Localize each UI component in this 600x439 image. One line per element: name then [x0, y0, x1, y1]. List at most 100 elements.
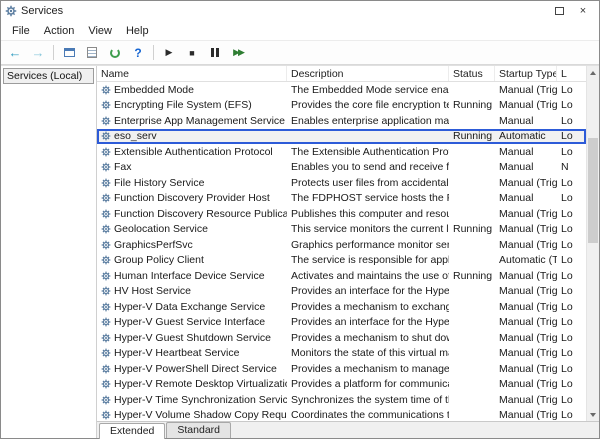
- pause-service-icon[interactable]: [207, 45, 223, 61]
- service-description: Provides the core file encryption techn.…: [287, 98, 449, 114]
- service-name: Hyper-V Time Synchronization Service: [114, 394, 287, 406]
- service-row[interactable]: GraphicsPerfSvc Graphics performance mon…: [97, 237, 586, 253]
- menu-help[interactable]: Help: [119, 23, 156, 39]
- forward-arrow-icon[interactable]: →: [30, 45, 46, 61]
- service-description: The FDPHOST service hosts the Functio...: [287, 191, 449, 207]
- tab-standard[interactable]: Standard: [166, 422, 231, 438]
- service-log-on: Lo: [557, 175, 586, 191]
- service-row[interactable]: Hyper-V Data Exchange Service Provides a…: [97, 299, 586, 315]
- service-name: Human Interface Device Service: [114, 270, 265, 282]
- column-header-status[interactable]: Status: [449, 66, 495, 81]
- service-name: GraphicsPerfSvc: [114, 239, 193, 251]
- close-icon: ×: [580, 5, 586, 17]
- service-gear-icon: [101, 162, 111, 172]
- service-status: Running: [449, 129, 495, 145]
- tree-item-services-local[interactable]: Services (Local): [3, 68, 94, 84]
- service-status: [449, 284, 495, 300]
- service-description: Coordinates the communications that ...: [287, 408, 449, 422]
- service-startup-type: Manual: [495, 160, 557, 176]
- column-header-row: Name Description Status Startup Type L: [97, 66, 599, 82]
- export-list-icon[interactable]: [84, 45, 100, 61]
- service-log-on: Lo: [557, 129, 586, 145]
- scrollbar-thumb[interactable]: [588, 138, 598, 243]
- service-row[interactable]: Function Discovery Resource Publication …: [97, 206, 586, 222]
- service-name: Embedded Mode: [114, 84, 194, 96]
- service-row[interactable]: Hyper-V Guest Service Interface Provides…: [97, 315, 586, 331]
- service-row[interactable]: Hyper-V PowerShell Direct Service Provid…: [97, 361, 586, 377]
- service-row[interactable]: Hyper-V Heartbeat Service Monitors the s…: [97, 346, 586, 362]
- service-row[interactable]: Human Interface Device Service Activates…: [97, 268, 586, 284]
- menu-file[interactable]: File: [5, 23, 37, 39]
- service-status: [449, 377, 495, 393]
- service-row[interactable]: Hyper-V Guest Shutdown Service Provides …: [97, 330, 586, 346]
- service-startup-type: Manual: [495, 113, 557, 129]
- column-header-name[interactable]: Name: [97, 66, 287, 81]
- service-row[interactable]: File History Service Protects user files…: [97, 175, 586, 191]
- service-log-on: Lo: [557, 377, 586, 393]
- service-description: The service is responsible for applying …: [287, 253, 449, 269]
- service-row[interactable]: Fax Enables you to send and receive faxe…: [97, 160, 586, 176]
- service-name: Hyper-V Heartbeat Service: [114, 347, 239, 359]
- service-startup-type: Manual: [495, 144, 557, 160]
- service-row[interactable]: Group Policy Client The service is respo…: [97, 253, 586, 269]
- menu-view[interactable]: View: [81, 23, 119, 39]
- help-icon[interactable]: ?: [130, 45, 146, 61]
- service-name: Group Policy Client: [114, 254, 204, 266]
- service-name: File History Service: [114, 177, 204, 189]
- service-log-on: Lo: [557, 284, 586, 300]
- service-row[interactable]: Embedded Mode The Embedded Mode service …: [97, 82, 586, 98]
- service-row[interactable]: Enterprise App Management Service Enable…: [97, 113, 586, 129]
- service-row[interactable]: Function Discovery Provider Host The FDP…: [97, 191, 586, 207]
- stop-service-icon[interactable]: ■: [184, 45, 200, 61]
- menu-action[interactable]: Action: [37, 23, 82, 39]
- tab-extended[interactable]: Extended: [99, 423, 165, 439]
- service-startup-type: Manual (Trig...: [495, 408, 557, 422]
- refresh-icon[interactable]: [107, 45, 123, 61]
- service-gear-icon: [101, 131, 111, 141]
- scrollbar-up-arrow[interactable]: [587, 66, 599, 79]
- service-description: Provides a platform for communication...: [287, 377, 449, 393]
- service-row[interactable]: Encrypting File System (EFS) Provides th…: [97, 98, 586, 114]
- restart-service-icon[interactable]: ▶▶: [230, 45, 246, 61]
- service-description: Graphics performance monitor service: [287, 237, 449, 253]
- service-log-on: Lo: [557, 98, 586, 114]
- start-service-icon[interactable]: ▶: [161, 45, 177, 61]
- service-description: Protects user files from accidental loss…: [287, 175, 449, 191]
- back-arrow-icon[interactable]: ←: [7, 45, 23, 61]
- service-status: Running: [449, 268, 495, 284]
- service-row[interactable]: Hyper-V Volume Shadow Copy Requestor Coo…: [97, 408, 586, 422]
- title-bar[interactable]: Services ×: [1, 1, 599, 21]
- close-button[interactable]: ×: [571, 3, 595, 19]
- service-gear-icon: [101, 116, 111, 126]
- show-console-tree-icon[interactable]: [61, 45, 77, 61]
- scrollbar-down-arrow[interactable]: [587, 408, 599, 421]
- service-startup-type: Manual (Trig...: [495, 206, 557, 222]
- service-description: Enables you to send and receive faxes, .…: [287, 160, 449, 176]
- service-name: Extensible Authentication Protocol: [114, 146, 273, 158]
- service-status: [449, 330, 495, 346]
- service-description: Provides an interface for the Hyper-V h.…: [287, 315, 449, 331]
- service-gear-icon: [101, 240, 111, 250]
- service-row[interactable]: Geolocation Service This service monitor…: [97, 222, 586, 238]
- service-status: [449, 175, 495, 191]
- service-row[interactable]: Hyper-V Time Synchronization Service Syn…: [97, 392, 586, 408]
- service-log-on: Lo: [557, 222, 586, 238]
- service-status: [449, 82, 495, 98]
- maximize-button[interactable]: [547, 3, 571, 19]
- service-status: [449, 191, 495, 207]
- column-header-description[interactable]: Description: [287, 66, 449, 81]
- service-name: Function Discovery Resource Publication: [114, 208, 287, 220]
- service-gear-icon: [101, 364, 111, 374]
- service-log-on: Lo: [557, 346, 586, 362]
- service-startup-type: Automatic (T...: [495, 253, 557, 269]
- service-startup-type: Manual (Trig...: [495, 377, 557, 393]
- service-row[interactable]: eso_serv Running Automatic Lo: [97, 129, 586, 145]
- service-row[interactable]: Hyper-V Remote Desktop Virtualization Se…: [97, 377, 586, 393]
- vertical-scrollbar[interactable]: [586, 66, 599, 421]
- service-row[interactable]: Extensible Authentication Protocol The E…: [97, 144, 586, 160]
- service-log-on: Lo: [557, 361, 586, 377]
- column-header-startup-type[interactable]: Startup Type: [495, 66, 557, 81]
- service-row[interactable]: HV Host Service Provides an interface fo…: [97, 284, 586, 300]
- service-status: Running: [449, 222, 495, 238]
- service-gear-icon: [101, 178, 111, 188]
